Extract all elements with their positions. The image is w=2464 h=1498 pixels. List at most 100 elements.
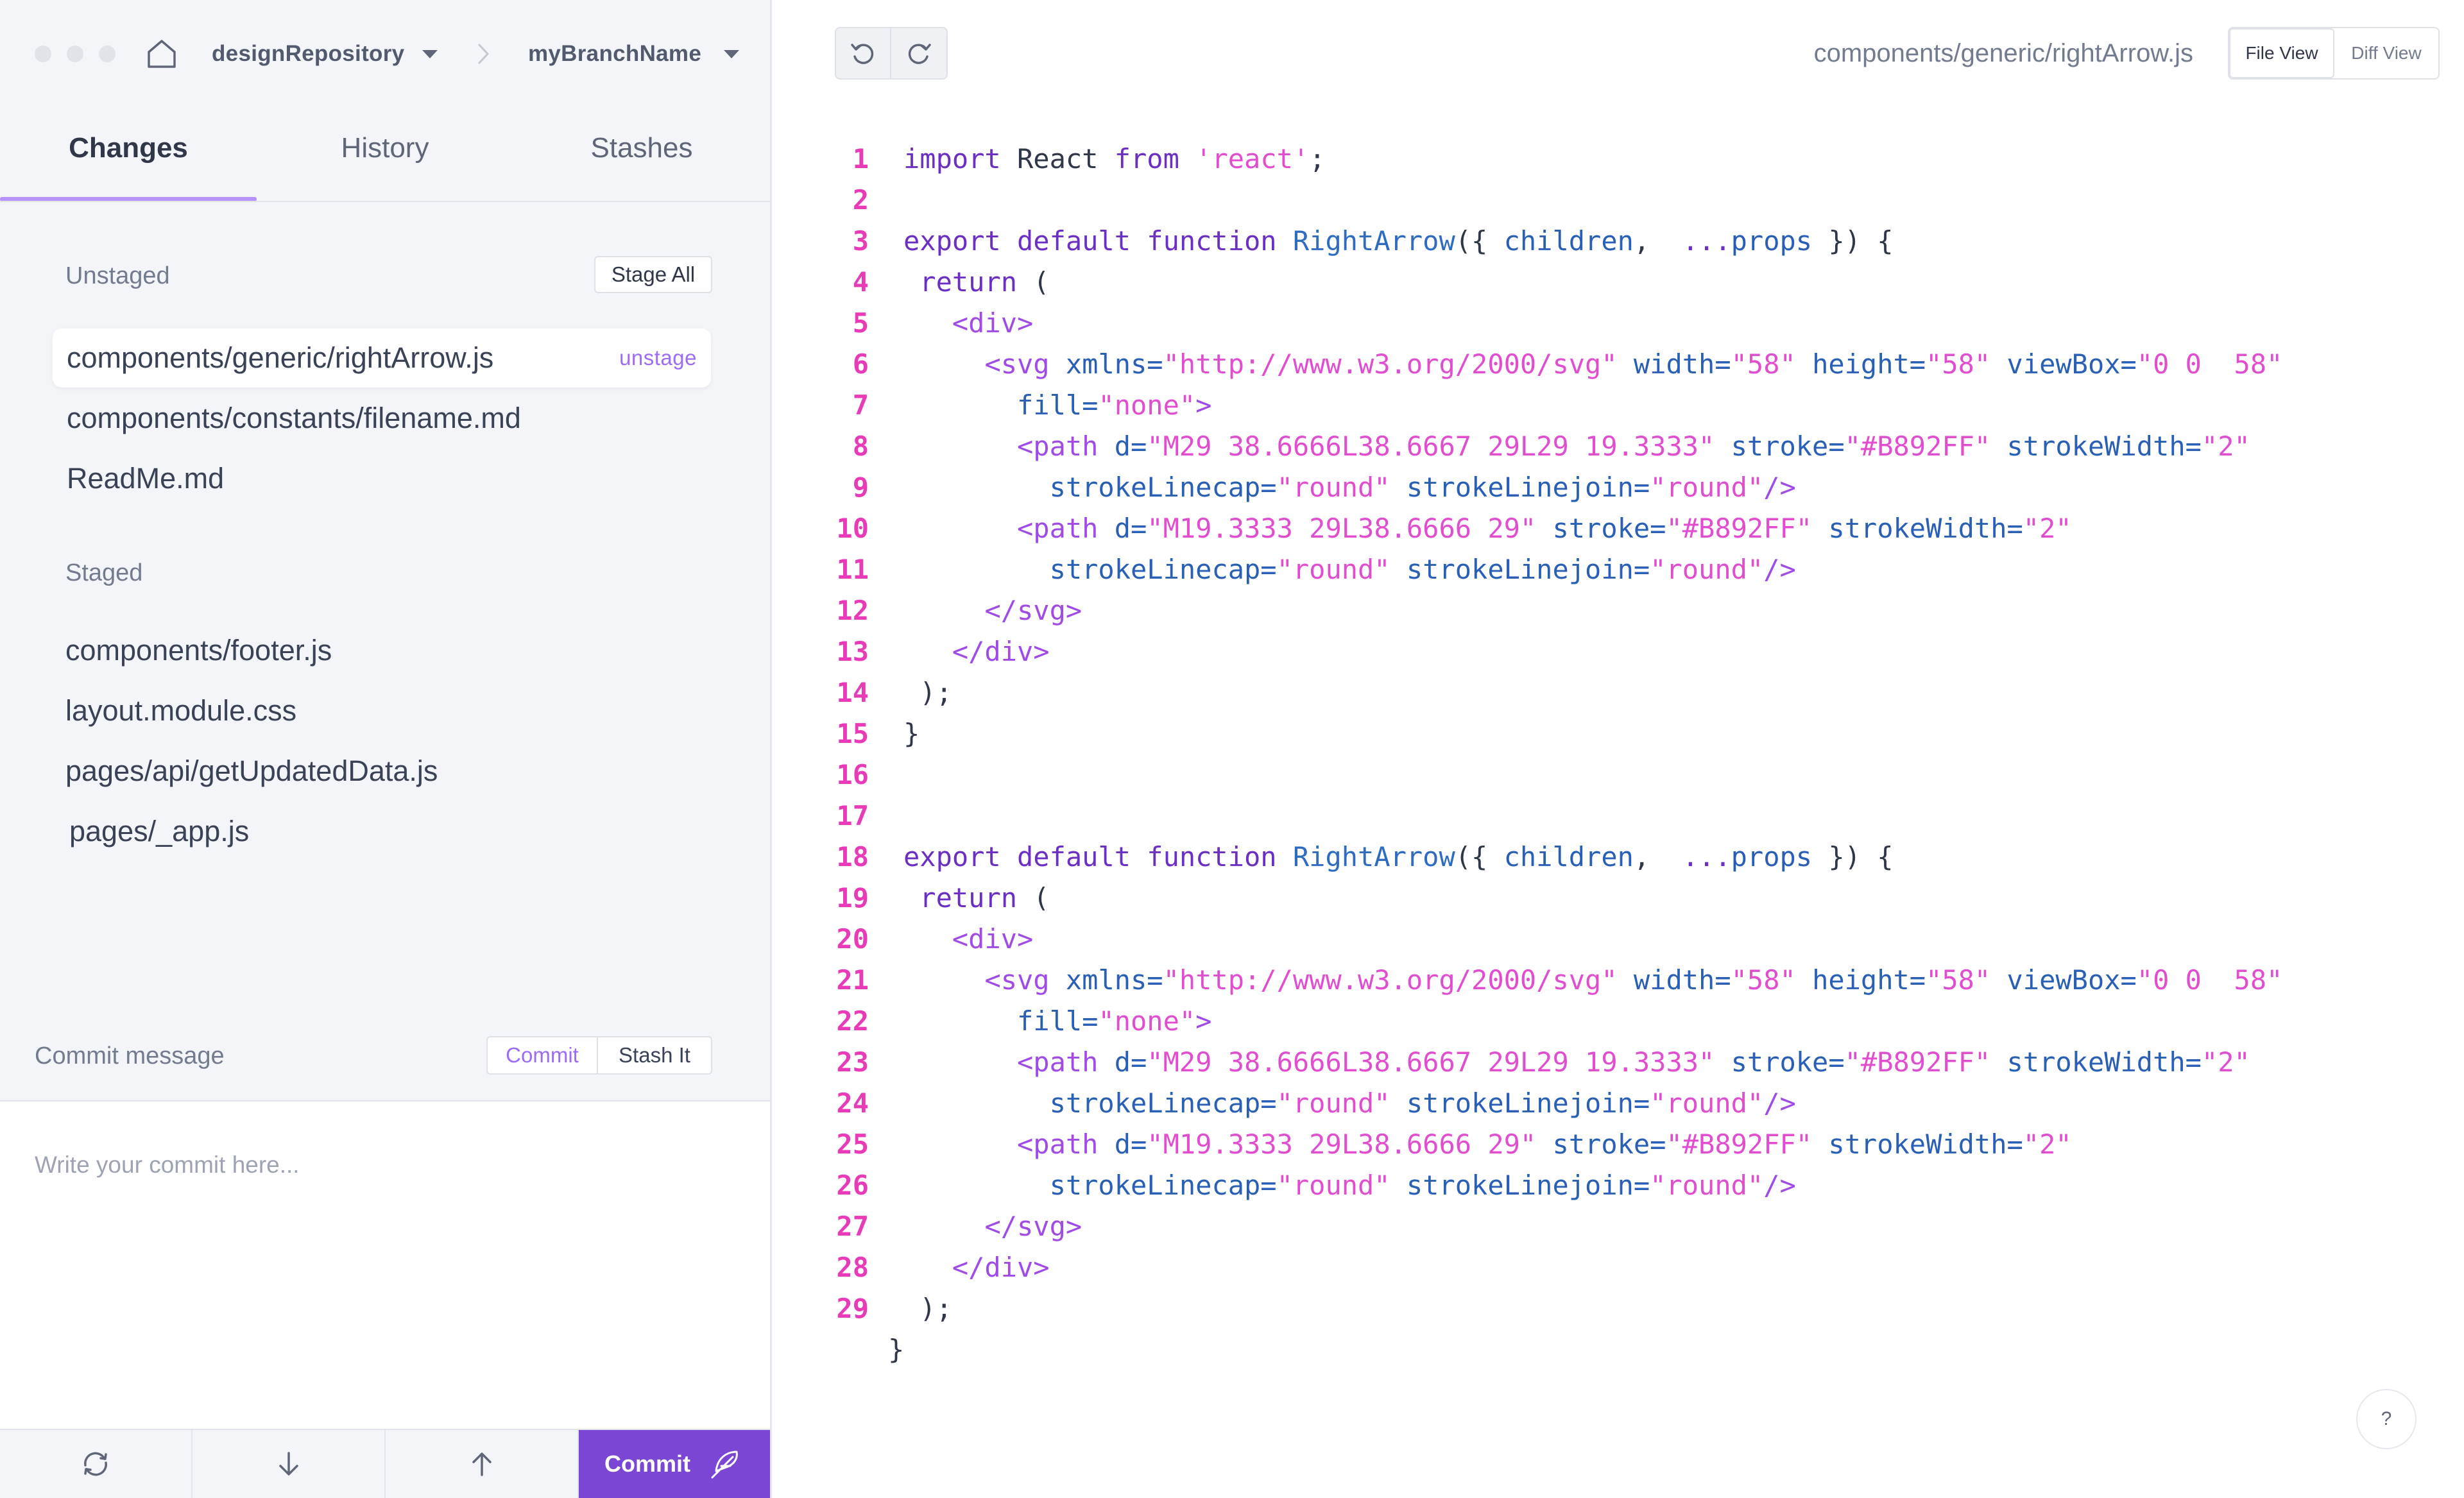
line-number: 7 — [852, 389, 869, 421]
tab-bar: Changes History Stashes — [0, 106, 770, 203]
sync-icon — [84, 1452, 107, 1476]
code-token: "round" — [1276, 554, 1407, 585]
window-maximize-dot[interactable] — [99, 46, 116, 62]
staged-file-item[interactable]: pages/api/getUpdatedData.js — [65, 752, 438, 790]
undo-button[interactable] — [836, 28, 891, 78]
commit-message-input[interactable] — [35, 1152, 740, 1179]
code-token: "#B892FF" — [1844, 1046, 2007, 1078]
code-token: </div> — [952, 636, 1050, 667]
code-token: React — [1017, 143, 1115, 174]
code-token: ( — [1017, 266, 1050, 298]
code-token: strokeWidth= — [1828, 1128, 2023, 1160]
code-token: strokeLinejoin= — [1406, 1170, 1650, 1201]
line-number: 14 — [836, 677, 869, 708]
line-number: 15 — [836, 718, 869, 749]
code-token: "#B892FF" — [1844, 430, 2007, 462]
branch-dropdown-icon[interactable] — [724, 50, 739, 58]
sync-button[interactable] — [0, 1430, 193, 1498]
code-token: children — [1503, 841, 1634, 872]
staged-file-item[interactable]: layout.module.css — [65, 692, 296, 730]
redo-button[interactable] — [891, 28, 946, 78]
staged-file-item[interactable]: pages/_app.js — [69, 812, 249, 851]
line-source: strokeLinecap="round" strokeLinejoin="ro… — [903, 1083, 1796, 1124]
titlebar: designRepository myBranchName — [0, 0, 770, 106]
line-source: } — [888, 1329, 904, 1370]
repository-dropdown-icon[interactable] — [422, 50, 438, 58]
push-button[interactable] — [386, 1430, 579, 1498]
commit-message-label: Commit message — [35, 1043, 225, 1069]
commit-button-label: Commit — [604, 1451, 690, 1477]
push-icon — [472, 1452, 492, 1476]
chevron-right-icon — [478, 44, 489, 64]
line-source: return ( — [903, 878, 1050, 919]
stage-all-button[interactable]: Stage All — [594, 256, 712, 293]
commit-button[interactable]: Commit — [579, 1430, 770, 1498]
code-token: strokeWidth= — [1828, 513, 2023, 544]
unstage-button[interactable]: unstage — [619, 328, 697, 387]
code-token: xmlns= — [1065, 348, 1163, 380]
code-token: }) { — [1812, 225, 1894, 257]
current-file-path: components/generic/rightArrow.js — [1813, 39, 2193, 67]
code-token: from — [1114, 143, 1196, 174]
undo-icon — [851, 44, 874, 64]
code-token: "M29 38.6666L38.6667 29L29 19.3333" — [1147, 1046, 1731, 1078]
pull-button[interactable] — [193, 1430, 386, 1498]
branch-name[interactable]: myBranchName — [528, 40, 701, 68]
line-number: 29 — [836, 1293, 869, 1324]
code-token: ( — [1017, 882, 1050, 914]
line-number: 19 — [836, 882, 869, 914]
repository-name[interactable]: designRepository — [212, 40, 404, 68]
unstaged-file-item[interactable]: components/constants/filename.md — [67, 399, 521, 438]
unstaged-file-item[interactable]: components/generic/rightArrow.js — [67, 339, 493, 377]
staged-label: Staged — [65, 559, 143, 586]
commit-mode-tab[interactable]: Commit — [488, 1037, 598, 1073]
code-token: }) { — [1812, 841, 1894, 872]
line-number: 28 — [836, 1252, 869, 1283]
code-token: "58" — [1731, 964, 1813, 996]
window-minimize-dot[interactable] — [67, 46, 83, 62]
line-source: import React from 'react'; — [903, 139, 1325, 180]
code-token: strokeWidth= — [2006, 430, 2202, 462]
code-token: </svg> — [984, 595, 1082, 626]
line-source: strokeLinecap="round" strokeLinejoin="ro… — [903, 549, 1796, 590]
unstaged-file-item[interactable]: ReadMe.md — [67, 459, 224, 498]
code-token: </svg> — [984, 1211, 1082, 1242]
tab-changes[interactable]: Changes — [0, 106, 257, 203]
redo-icon — [908, 44, 931, 64]
tab-history[interactable]: History — [257, 106, 513, 203]
diff-view-button[interactable]: Diff View — [2334, 28, 2438, 78]
file-view-button[interactable]: File View — [2229, 28, 2334, 78]
code-token: d= — [1114, 1128, 1147, 1160]
code-token: ... — [1682, 841, 1731, 872]
code-token: "M19.3333 29L38.6666 29" — [1147, 513, 1553, 544]
line-source: fill="none"> — [903, 385, 1211, 426]
code-token: "M19.3333 29L38.6666 29" — [1147, 1128, 1553, 1160]
stash-mode-tab[interactable]: Stash It — [598, 1037, 711, 1073]
code-token: "none" — [1098, 389, 1196, 421]
view-toggle: File View Diff View — [2228, 27, 2440, 80]
line-source: strokeLinecap="round" strokeLinejoin="ro… — [903, 467, 1796, 508]
code-token: height= — [1812, 964, 1926, 996]
line-number: 13 — [836, 636, 869, 667]
code-token: strokeLinecap= — [1049, 472, 1277, 503]
staged-file-item[interactable]: components/footer.js — [65, 631, 332, 670]
code-token: "2" — [2201, 430, 2250, 462]
code-token: strokeLinecap= — [1049, 1170, 1277, 1201]
code-token: } — [903, 718, 920, 749]
tab-stashes[interactable]: Stashes — [513, 106, 770, 203]
help-button[interactable]: ? — [2356, 1389, 2417, 1449]
window-close-dot[interactable] — [35, 46, 51, 62]
code-token: /> — [1763, 1170, 1796, 1201]
code-token: ); — [903, 1293, 952, 1324]
selected-file-card[interactable]: components/generic/rightArrow.js unstage — [53, 328, 711, 387]
code-token: "58" — [1926, 348, 2007, 380]
undo-redo-group — [835, 27, 948, 80]
home-icon[interactable] — [144, 36, 180, 72]
code-token: "round" — [1276, 1170, 1407, 1201]
line-source: ); — [903, 672, 952, 713]
